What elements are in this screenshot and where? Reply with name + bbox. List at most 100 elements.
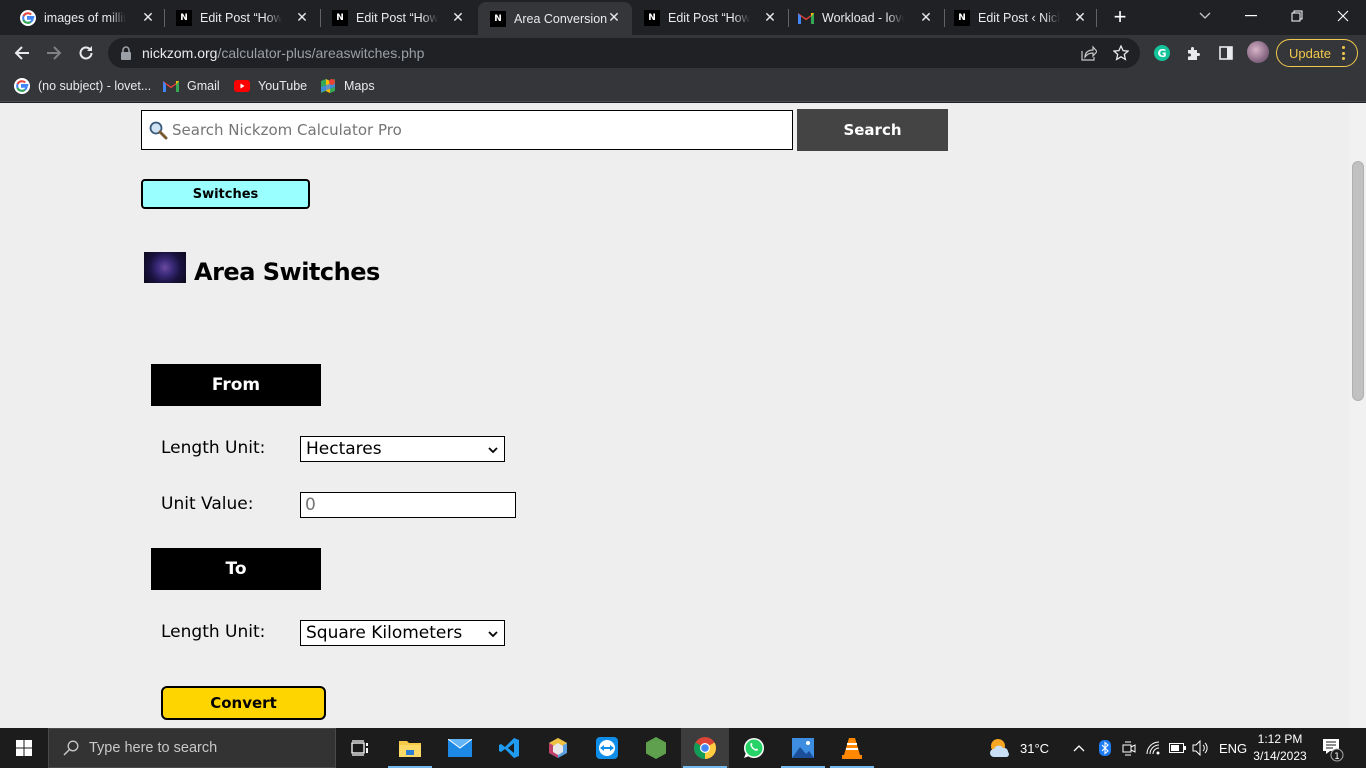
close-tab-icon[interactable]: ✕ [450,9,466,25]
restore-button[interactable] [1274,0,1320,32]
close-tab-icon[interactable]: ✕ [140,9,156,25]
teamviewer-app[interactable] [583,728,631,768]
tab-edit-post-nickzom[interactable]: N Edit Post ‹ Nickzom ✕ [946,0,1098,35]
volume-tray[interactable] [1192,728,1210,768]
nickzom-icon: N [644,9,660,26]
bluetooth-tray[interactable] [1099,728,1111,768]
tab-title: Edit Post “How to [668,10,750,25]
new-tab-button[interactable]: + [1108,5,1132,29]
reload-button[interactable] [72,39,100,67]
virtualbox-app[interactable] [534,728,582,768]
search-button[interactable]: Search [797,109,948,151]
tab-edit-post-3[interactable]: N Edit Post “How to ✕ [634,0,788,35]
share-button[interactable] [1080,44,1098,62]
page-title: Area Switches [194,258,380,286]
lock-icon [121,46,131,60]
close-tab-icon[interactable]: ✕ [606,9,622,25]
clock[interactable]: 1:12 PM 3/14/2023 [1250,731,1310,765]
start-button[interactable] [0,728,48,768]
mail-app[interactable] [436,728,484,768]
file-explorer-app[interactable] [386,728,434,768]
task-view-button[interactable] [336,728,384,768]
weather-widget[interactable]: 31°C [988,728,1049,768]
minimize-button[interactable] [1228,0,1274,32]
whatsapp-app[interactable] [730,728,778,768]
tab-edit-post-1[interactable]: N Edit Post “How to ✕ [166,0,320,35]
grammarly-icon: G [1154,45,1170,61]
bookmark-no-subject[interactable]: (no subject) - lovet... [14,76,151,96]
tab-search-button[interactable] [1182,0,1228,32]
search-icon [63,740,79,756]
google-icon [14,78,30,94]
camera-tray[interactable] [1122,728,1136,768]
unit-value-input[interactable]: 0 [300,492,516,518]
grammarly-extension[interactable]: G [1152,43,1172,63]
from-unit-select[interactable]: Hectares [300,436,505,462]
update-button[interactable]: Update [1276,39,1358,67]
language-indicator[interactable]: ENG [1219,728,1247,768]
page-scrollbar[interactable] [1350,103,1366,728]
vscode-app[interactable] [485,728,533,768]
puzzle-icon [1188,47,1200,60]
area-switches-logo [144,252,186,283]
vlc-icon [842,738,862,759]
convert-button[interactable]: Convert [161,686,326,720]
tab-title: Edit Post “How to [200,10,282,25]
profile-avatar[interactable] [1247,41,1269,63]
photos-app[interactable] [779,728,827,768]
search-input[interactable] [172,121,772,139]
chevron-down-icon [488,631,498,638]
tab-edit-post-2[interactable]: N Edit Post “How to ✕ [322,0,476,35]
search-field[interactable] [141,110,793,150]
notification-center[interactable]: 1 [1322,738,1346,762]
wifi-tray[interactable] [1146,728,1162,768]
bookmark-youtube[interactable]: YouTube [234,76,307,96]
close-window-button[interactable] [1320,0,1366,32]
tab-area-conversion[interactable]: N Area Conversion ✕ [478,2,632,35]
bookmark-star-button[interactable] [1112,44,1130,62]
unit-value-label: Unit Value: [161,494,254,514]
close-tab-icon[interactable]: ✕ [294,9,310,25]
chrome-app[interactable] [681,728,729,768]
forward-arrow-icon [47,46,62,60]
switches-button[interactable]: Switches [141,179,310,209]
back-button[interactable] [8,39,36,67]
from-header: From [151,364,321,406]
nodejs-icon [646,737,666,759]
nickzom-icon: N [490,10,506,27]
close-tab-icon[interactable]: ✕ [918,9,934,25]
address-bar[interactable]: nickzom.org/calculator-plus/areaswitches… [108,38,1140,68]
tab-images-of-millimeters[interactable]: images of millimeters ✕ [10,0,166,35]
tab-workload-gmail[interactable]: Workload - lovethe ✕ [790,0,944,35]
camera-icon [1122,741,1136,756]
notification-icon: 1 [1323,739,1344,762]
bookmark-maps[interactable]: Maps [320,76,375,96]
side-panel-button[interactable] [1216,43,1236,63]
tab-title: images of millimeters [44,10,126,25]
tab-title: Edit Post ‹ Nickzom [978,10,1060,25]
tab-separator [320,9,321,27]
tab-separator [788,9,789,27]
forward-button[interactable] [40,39,68,67]
maps-icon [320,78,336,94]
close-tab-icon[interactable]: ✕ [762,9,778,25]
vlc-app[interactable] [828,728,876,768]
tab-title: Edit Post “How to [356,10,438,25]
nodejs-app[interactable] [632,728,680,768]
battery-tray[interactable] [1169,728,1187,768]
extensions-button[interactable] [1184,43,1204,63]
show-hidden-icons[interactable] [1073,728,1085,768]
browser-toolbar: nickzom.org/calculator-plus/areaswitches… [0,35,1366,70]
virtualbox-icon [549,738,567,758]
more-menu-icon[interactable] [1342,46,1345,60]
to-unit-label: Length Unit: [161,622,266,642]
star-icon [1113,45,1129,61]
scrollbar-thumb[interactable] [1352,161,1364,401]
to-unit-select[interactable]: Square Kilometers [300,620,505,646]
weather-partly-cloudy-icon [990,739,1009,757]
gmail-icon [163,78,179,94]
bookmark-gmail[interactable]: Gmail [163,76,220,96]
close-tab-icon[interactable]: ✕ [1072,9,1088,25]
windows-logo-icon [16,740,32,756]
taskbar-search[interactable]: Type here to search [48,728,336,768]
